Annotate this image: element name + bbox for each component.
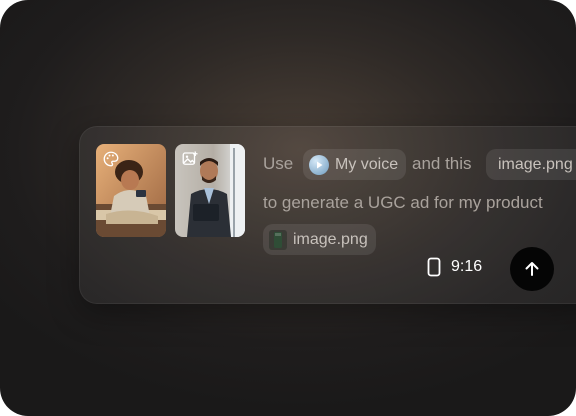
prompt-word-use: Use (263, 154, 294, 173)
reference-image-thumbnail-2[interactable] (175, 144, 245, 237)
prompt-line-2: to generate a UGC ad for my product (263, 193, 543, 212)
image-chip-1[interactable]: image.png (486, 149, 576, 180)
voice-chip[interactable]: My voice (303, 149, 407, 180)
image-chip-1-label: image.png (498, 155, 573, 173)
image-chip-2[interactable]: image.png (263, 224, 376, 255)
arrow-up-icon (525, 262, 539, 276)
product-thumbnail-icon (269, 229, 287, 250)
voice-chip-label: My voice (335, 155, 399, 173)
phone-portrait-icon (427, 257, 441, 277)
palette-icon (103, 151, 119, 167)
reference-image-thumbnail-1[interactable] (96, 144, 166, 237)
send-button[interactable] (510, 247, 554, 291)
image-add-icon (182, 151, 198, 165)
app-frame: Use My voice and this image.png to gener… (0, 0, 576, 416)
prompt-words-and-this: and this (412, 154, 472, 173)
image-chip-2-label: image.png (293, 230, 368, 248)
aspect-ratio-selector[interactable]: 9:16 (427, 257, 482, 277)
aspect-ratio-value: 9:16 (451, 258, 483, 275)
play-icon (309, 154, 329, 175)
